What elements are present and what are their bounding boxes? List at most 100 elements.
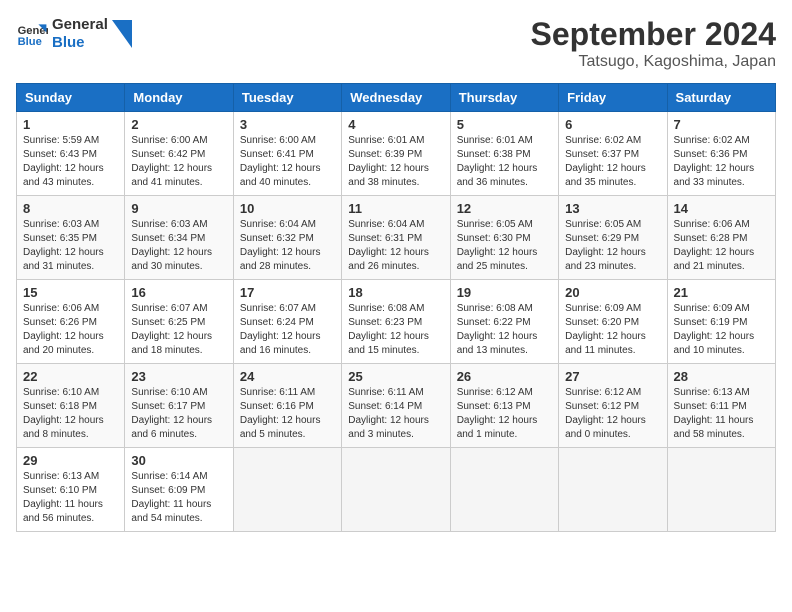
day-cell-10: 10 Sunrise: 6:04 AMSunset: 6:32 PMDayligh… [233, 196, 341, 280]
day-number: 28 [674, 369, 769, 384]
page-header: General Blue General Blue September 2024… [16, 16, 776, 71]
day-info: Sunrise: 6:03 AMSunset: 6:34 PMDaylight:… [131, 218, 226, 274]
day-number: 1 [23, 117, 118, 132]
day-number: 25 [348, 369, 443, 384]
day-cell-6: 6Sunrise: 6:02 AMSunset: 6:37 PMDaylight… [559, 112, 667, 196]
day-cell-23: 23Sunrise: 6:10 AMSunset: 6:17 PMDayligh… [125, 364, 233, 448]
day-info: Sunrise: 5:59 AMSunset: 6:43 PMDaylight:… [23, 134, 118, 190]
day-info: Sunrise: 6:10 AMSunset: 6:18 PMDaylight:… [23, 386, 118, 442]
month-title: September 2024 [531, 16, 776, 53]
calendar-row-4: 29 Sunrise: 6:13 AMSunset: 6:10 PMDayligh… [17, 448, 776, 532]
day-info: Sunrise: 6:06 AMSunset: 6:28 PMDaylight:… [674, 218, 769, 274]
day-info: Sunrise: 6:02 AMSunset: 6:36 PMDaylight:… [674, 134, 769, 190]
day-cell-3: 3 Sunrise: 6:00 AMSunset: 6:41 PMDaylight… [233, 112, 341, 196]
day-number: 26 [457, 369, 552, 384]
header-thursday: Thursday [450, 84, 558, 112]
day-info: Sunrise: 6:06 AMSunset: 6:26 PMDaylight:… [23, 302, 118, 358]
calendar-row-0: 1 Sunrise: 5:59 AMSunset: 6:43 PMDaylight… [17, 112, 776, 196]
day-cell-2: 2Sunrise: 6:00 AMSunset: 6:42 PMDaylight… [125, 112, 233, 196]
day-info: Sunrise: 6:07 AMSunset: 6:24 PMDaylight:… [240, 302, 335, 358]
day-number: 22 [23, 369, 118, 384]
day-number: 19 [457, 285, 552, 300]
day-number: 10 [240, 201, 335, 216]
day-info: Sunrise: 6:08 AMSunset: 6:23 PMDaylight:… [348, 302, 443, 358]
day-info: Sunrise: 6:04 AMSunset: 6:32 PMDaylight:… [240, 218, 335, 274]
logo-arrow-icon [112, 20, 132, 48]
calendar-row-1: 8 Sunrise: 6:03 AMSunset: 6:35 PMDaylight… [17, 196, 776, 280]
day-number: 30 [131, 453, 226, 468]
day-info: Sunrise: 6:13 AMSunset: 6:10 PMDaylight:… [23, 470, 118, 526]
day-cell-11: 11 Sunrise: 6:04 AMSunset: 6:31 PMDayligh… [342, 196, 450, 280]
location: Tatsugo, Kagoshima, Japan [531, 53, 776, 71]
day-info: Sunrise: 6:05 AMSunset: 6:29 PMDaylight:… [565, 218, 660, 274]
day-number: 6 [565, 117, 660, 132]
day-cell-22: 22 Sunrise: 6:10 AMSunset: 6:18 PMDayligh… [17, 364, 125, 448]
day-number: 3 [240, 117, 335, 132]
empty-cell [342, 448, 450, 532]
day-number: 8 [23, 201, 118, 216]
day-number: 27 [565, 369, 660, 384]
calendar-table: Sunday Monday Tuesday Wednesday Thursday… [16, 83, 776, 532]
day-info: Sunrise: 6:00 AMSunset: 6:42 PMDaylight:… [131, 134, 226, 190]
header-saturday: Saturday [667, 84, 775, 112]
day-number: 24 [240, 369, 335, 384]
day-cell-5: 5 Sunrise: 6:01 AMSunset: 6:38 PMDaylight… [450, 112, 558, 196]
day-number: 20 [565, 285, 660, 300]
day-number: 17 [240, 285, 335, 300]
day-cell-17: 17 Sunrise: 6:07 AMSunset: 6:24 PMDayligh… [233, 280, 341, 364]
day-cell-20: 20 Sunrise: 6:09 AMSunset: 6:20 PMDayligh… [559, 280, 667, 364]
day-cell-15: 15 Sunrise: 6:06 AMSunset: 6:26 PMDayligh… [17, 280, 125, 364]
logo-general: General [52, 16, 108, 34]
logo: General Blue General Blue [16, 16, 132, 52]
day-info: Sunrise: 6:00 AMSunset: 6:41 PMDaylight:… [240, 134, 335, 190]
day-number: 9 [131, 201, 226, 216]
day-cell-12: 12 Sunrise: 6:05 AMSunset: 6:30 PMDayligh… [450, 196, 558, 280]
day-cell-19: 19 Sunrise: 6:08 AMSunset: 6:22 PMDayligh… [450, 280, 558, 364]
empty-cell [233, 448, 341, 532]
logo-icon: General Blue [16, 18, 48, 50]
day-cell-4: 4Sunrise: 6:01 AMSunset: 6:39 PMDaylight… [342, 112, 450, 196]
weekday-header-row: Sunday Monday Tuesday Wednesday Thursday… [17, 84, 776, 112]
day-number: 21 [674, 285, 769, 300]
header-sunday: Sunday [17, 84, 125, 112]
day-number: 13 [565, 201, 660, 216]
day-info: Sunrise: 6:08 AMSunset: 6:22 PMDaylight:… [457, 302, 552, 358]
day-info: Sunrise: 6:05 AMSunset: 6:30 PMDaylight:… [457, 218, 552, 274]
day-number: 15 [23, 285, 118, 300]
svg-text:Blue: Blue [18, 36, 42, 48]
day-cell-7: 7 Sunrise: 6:02 AMSunset: 6:36 PMDaylight… [667, 112, 775, 196]
day-cell-29: 29 Sunrise: 6:13 AMSunset: 6:10 PMDayligh… [17, 448, 125, 532]
day-number: 7 [674, 117, 769, 132]
logo-blue: Blue [52, 34, 108, 52]
header-wednesday: Wednesday [342, 84, 450, 112]
day-info: Sunrise: 6:01 AMSunset: 6:39 PMDaylight:… [348, 134, 443, 190]
day-number: 18 [348, 285, 443, 300]
day-cell-30: 30 Sunrise: 6:14 AMSunset: 6:09 PMDayligh… [125, 448, 233, 532]
day-info: Sunrise: 6:01 AMSunset: 6:38 PMDaylight:… [457, 134, 552, 190]
day-info: Sunrise: 6:04 AMSunset: 6:31 PMDaylight:… [348, 218, 443, 274]
day-info: Sunrise: 6:11 AMSunset: 6:16 PMDaylight:… [240, 386, 335, 442]
day-cell-28: 28Sunrise: 6:13 AMSunset: 6:11 PMDayligh… [667, 364, 775, 448]
day-number: 11 [348, 201, 443, 216]
day-info: Sunrise: 6:11 AMSunset: 6:14 PMDaylight:… [348, 386, 443, 442]
empty-cell [667, 448, 775, 532]
header-tuesday: Tuesday [233, 84, 341, 112]
day-info: Sunrise: 6:12 AMSunset: 6:12 PMDaylight:… [565, 386, 660, 442]
day-cell-9: 9 Sunrise: 6:03 AMSunset: 6:34 PMDaylight… [125, 196, 233, 280]
title-block: September 2024 Tatsugo, Kagoshima, Japan [531, 16, 776, 71]
day-info: Sunrise: 6:07 AMSunset: 6:25 PMDaylight:… [131, 302, 226, 358]
calendar-row-3: 22 Sunrise: 6:10 AMSunset: 6:18 PMDayligh… [17, 364, 776, 448]
day-cell-21: 21Sunrise: 6:09 AMSunset: 6:19 PMDayligh… [667, 280, 775, 364]
day-cell-1: 1 Sunrise: 5:59 AMSunset: 6:43 PMDaylight… [17, 112, 125, 196]
day-cell-26: 26Sunrise: 6:12 AMSunset: 6:13 PMDayligh… [450, 364, 558, 448]
day-cell-14: 14Sunrise: 6:06 AMSunset: 6:28 PMDayligh… [667, 196, 775, 280]
day-number: 12 [457, 201, 552, 216]
day-info: Sunrise: 6:09 AMSunset: 6:20 PMDaylight:… [565, 302, 660, 358]
calendar-row-2: 15 Sunrise: 6:06 AMSunset: 6:26 PMDayligh… [17, 280, 776, 364]
day-cell-27: 27 Sunrise: 6:12 AMSunset: 6:12 PMDayligh… [559, 364, 667, 448]
day-info: Sunrise: 6:03 AMSunset: 6:35 PMDaylight:… [23, 218, 118, 274]
day-number: 29 [23, 453, 118, 468]
day-cell-24: 24 Sunrise: 6:11 AMSunset: 6:16 PMDayligh… [233, 364, 341, 448]
day-number: 5 [457, 117, 552, 132]
day-info: Sunrise: 6:14 AMSunset: 6:09 PMDaylight:… [131, 470, 226, 526]
